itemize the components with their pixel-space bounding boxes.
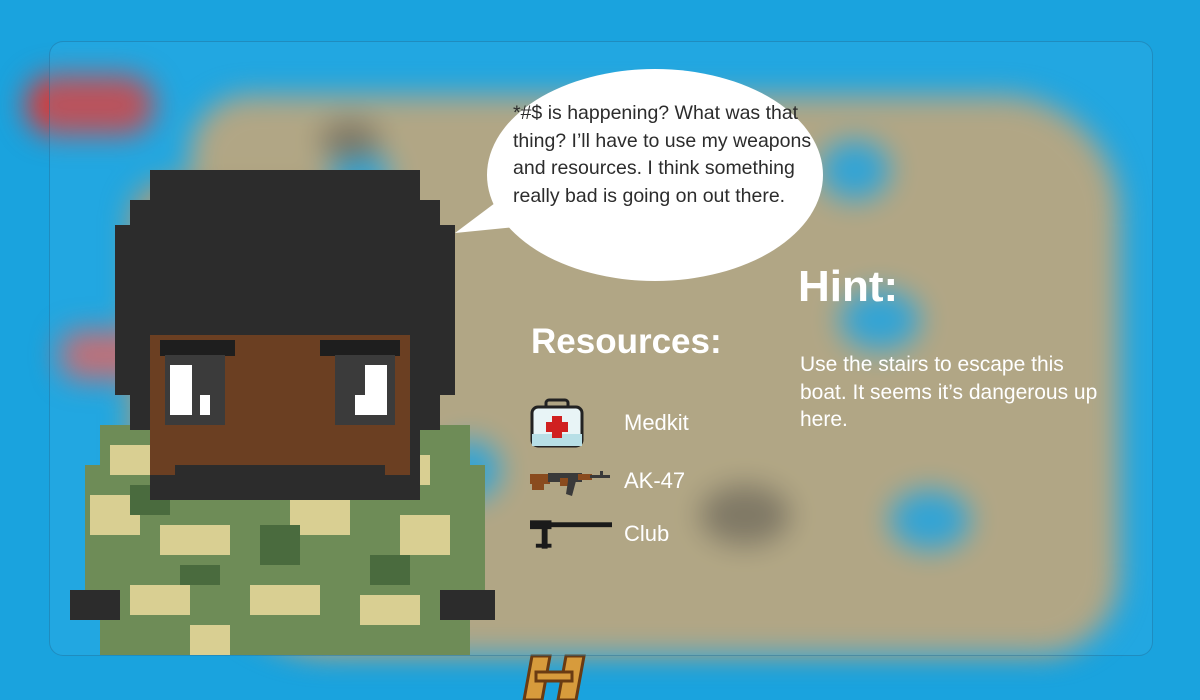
soldier-character <box>70 170 495 655</box>
hint-title: Hint: <box>798 262 899 311</box>
resource-item-medkit[interactable]: Medkit <box>530 398 689 448</box>
right-eyebrow <box>320 340 400 356</box>
ladder-icon[interactable] <box>520 650 590 700</box>
rifle-icon <box>530 464 612 498</box>
left-glove <box>70 590 120 620</box>
resource-item-club[interactable]: Club <box>530 518 669 550</box>
resource-label: Medkit <box>624 410 689 435</box>
resource-item-ak47[interactable]: AK-47 <box>530 464 685 498</box>
left-eyebrow <box>160 340 235 356</box>
resource-label: Club <box>624 521 670 546</box>
speech-text: *#$ is happening? What was that thing? I… <box>513 102 812 207</box>
resource-label: AK-47 <box>624 468 686 493</box>
club-icon <box>530 518 612 550</box>
right-glove <box>440 590 495 620</box>
medkit-icon <box>530 398 612 448</box>
hint-text: Use the stairs to escape this boat. It s… <box>800 353 1098 431</box>
resources-title: Resources: <box>531 322 722 361</box>
